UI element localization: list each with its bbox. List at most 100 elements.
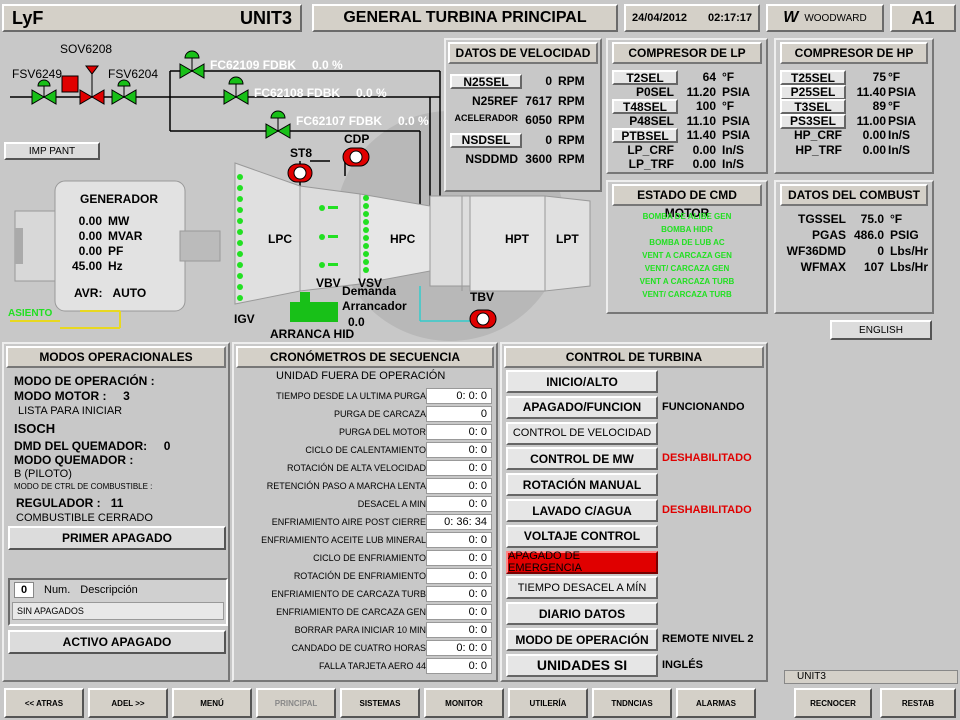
control-button-apagado-de-emergencia[interactable]: APAGADO DE EMERGENCIA: [506, 550, 658, 574]
activo-apagado-button[interactable]: ACTIVO APAGADO: [8, 630, 226, 654]
control-button-control-de-velocidad[interactable]: CONTROL DE VELOCIDAD: [506, 421, 658, 445]
hpt-label: HPT: [505, 232, 529, 246]
valve-fc62107-icon[interactable]: [265, 110, 291, 139]
valve-tbv-icon[interactable]: [469, 309, 497, 329]
control-button-diario-datos[interactable]: DIARIO DATOS: [506, 602, 658, 626]
control-button-control-de-mw[interactable]: CONTROL DE MW: [506, 447, 658, 471]
fc3-label: FC62107 FDBK: [296, 114, 383, 128]
header-site: LyF UNIT3: [2, 4, 302, 32]
estado-cmd-title: ESTADO DE CMD MOTOR: [612, 184, 762, 220]
timer-value: 0: 0: [426, 622, 492, 638]
comp-hp-rows: T25SEL 75 °F P25SEL 11.40 PSIA T3SEL 89 °F PS3SEL…: [776, 66, 932, 172]
timer-value: 0: 0: [426, 550, 492, 566]
lista-label: LISTA PARA INICIAR: [18, 405, 123, 417]
combust-unit: °F: [890, 212, 903, 226]
data-unit: PSIA: [722, 84, 751, 99]
comp_lp-label-t48sel[interactable]: T48SEL: [612, 99, 678, 114]
comp_lp-label-ptbsel[interactable]: PTBSEL: [612, 128, 678, 143]
timer-value: 0: 0: [426, 568, 492, 584]
starter-icon: [290, 292, 338, 322]
comp_lp-label-lp_crf: LP_CRF: [627, 142, 674, 157]
dmd-label: DMD DEL QUEMADOR:: [14, 439, 148, 453]
combust-unit: Lbs/Hr: [890, 244, 929, 258]
primer-apagado-button[interactable]: PRIMER APAGADO: [8, 526, 226, 550]
data-unit: In/S: [722, 142, 745, 157]
valve-sov6208-icon[interactable]: [61, 65, 105, 105]
valve-cdp-icon[interactable]: [342, 147, 370, 167]
valve-fsv6204-icon[interactable]: [111, 79, 137, 105]
date-label: 24/04/2012: [632, 12, 688, 24]
control-button-modo-de-operaci-n[interactable]: MODO DE OPERACIÓN: [506, 628, 658, 651]
timer-label: TIEMPO DESDE LA ULTIMA PURGA: [276, 391, 426, 401]
asiento-label: ASIENTO: [8, 308, 53, 319]
crono-panel: CRONÓMETROS DE SECUENCIA UNIDAD FUERA DE…: [232, 342, 498, 682]
cmd-status-item: BOMBA HIDR: [661, 225, 713, 234]
comp_lp-label-t2sel[interactable]: T2SEL: [612, 70, 678, 85]
data-unit: °F: [722, 70, 735, 84]
comp_hp-label-p25sel[interactable]: P25SEL: [780, 84, 846, 100]
valve-fsv6249-icon[interactable]: [31, 79, 57, 105]
restab-button[interactable]: RESTAB: [880, 688, 956, 718]
combust-value: 107: [863, 260, 884, 274]
hpc-label: HPC: [390, 232, 416, 246]
combust-title: DATOS DEL COMBUST: [780, 184, 928, 206]
comp_lp-label-p0sel: P0SEL: [635, 84, 674, 99]
shutdown-list: 0 Num. Descripción SIN APAGADOS: [8, 578, 228, 626]
data-value: 0.00: [862, 128, 886, 142]
generator-value: 0.00: [78, 244, 102, 258]
timer-label: ENFRIAMIENTO DE CARCAZA TURB: [271, 589, 426, 599]
lpt-label: LPT: [556, 232, 579, 246]
comp_hp-label-t25sel[interactable]: T25SEL: [780, 70, 846, 85]
nav-button-adel[interactable]: ADEL >>: [88, 688, 168, 718]
imp-pant-button[interactable]: IMP PANT: [4, 142, 100, 160]
velocidad-label-acelerador: ACELERADOR: [454, 113, 518, 123]
data-value: 89: [872, 99, 886, 113]
estado-cmd-list: BOMBA DE ALIBE GEN BOMBA HIDR BOMBA DE LUB…: [608, 208, 766, 301]
nav-button-alarmas[interactable]: ALARMAS: [676, 688, 756, 718]
velocidad-label-n25sel[interactable]: N25SEL: [450, 74, 522, 89]
nav-button-sistemas[interactable]: SISTEMAS: [340, 688, 420, 718]
valve-fc62108-icon[interactable]: [223, 76, 249, 105]
nav-button-principal: PRINCIPAL: [256, 688, 336, 718]
data-value: 0.00: [692, 157, 716, 171]
cmd-status-item: BOMBA DE ALIBE GEN: [642, 212, 732, 221]
valve-fc62109-icon[interactable]: [179, 50, 205, 79]
arrancador-label: Arrancador: [342, 299, 407, 313]
generator-row: 45.00 Hz: [64, 259, 174, 274]
velocidad-panel: DATOS DE VELOCIDAD N25SEL 0 RPM N25REF 7617 R…: [444, 38, 602, 192]
control-button-tiempo-desacel-a-m-n[interactable]: TIEMPO DESACEL A MÍN: [506, 576, 658, 600]
sin-apagados-item[interactable]: SIN APAGADOS: [12, 602, 224, 620]
combust-rows: TGSSEL 75.0 °F PGAS 486.0 PSIG WF36DMD 0 Lbs/Hr W…: [776, 208, 932, 298]
control-button-apagado-funcion[interactable]: APAGADO/FUNCION: [506, 395, 658, 419]
data-value: 0: [545, 132, 552, 147]
nav-button-utiler-a[interactable]: UTILERÍA: [508, 688, 588, 718]
control-status: DESHABILITADO: [662, 452, 752, 465]
data-unit: PSIA: [888, 84, 917, 99]
nav-button-men[interactable]: MENÚ: [172, 688, 252, 718]
control-status: DESHABILITADO: [662, 504, 752, 516]
velocidad-label-nsdsel[interactable]: NSDSEL: [450, 132, 522, 148]
control-button-lavado-c-agua[interactable]: LAVADO C/AGUA: [506, 499, 658, 522]
comp_hp-label-t3sel[interactable]: T3SEL: [780, 99, 846, 114]
data-unit: °F: [888, 99, 901, 113]
control-button-rotaci-n-manual[interactable]: ROTACIÓN MANUAL: [506, 473, 658, 497]
reconocer-button[interactable]: RECNOCER: [794, 688, 872, 718]
comp_hp-label-ps3sel[interactable]: PS3SEL: [780, 113, 846, 129]
control-button-voltaje-control[interactable]: VOLTAJE CONTROL: [506, 524, 658, 548]
comp_lp-label-p48sel: P48SEL: [629, 113, 674, 128]
dmd-value: 0: [163, 439, 171, 453]
control-button-unidades-si[interactable]: UNIDADES SI: [506, 653, 658, 677]
timer-value: 0: 0: 0: [426, 640, 492, 656]
valve-st8-icon[interactable]: [287, 163, 313, 183]
control-button-inicio-alto[interactable]: INICIO/ALTO: [506, 370, 658, 393]
english-button[interactable]: ENGLISH: [830, 320, 932, 340]
nav-button-monitor[interactable]: MONITOR: [424, 688, 504, 718]
nav-button-tndncias[interactable]: TNDNCIAS: [592, 688, 672, 718]
data-value: 11.40: [856, 84, 886, 99]
nav-button-atras[interactable]: << ATRAS: [4, 688, 84, 718]
fc3-value: 0.0 %: [398, 114, 429, 128]
data-value: 11.40: [686, 128, 716, 142]
generator-row: 0.00 MVAR: [64, 229, 174, 244]
comp_lp-label-lp_trf: LP_TRF: [628, 157, 674, 171]
screen-id: A1: [890, 4, 956, 32]
